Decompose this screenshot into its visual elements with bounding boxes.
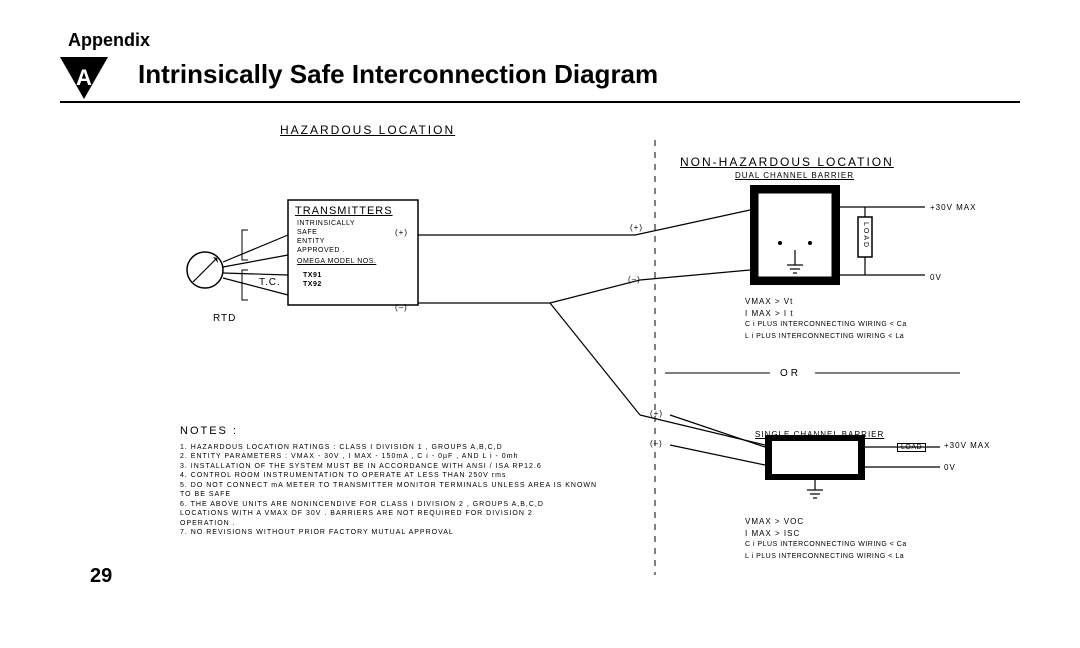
page-header: Appendix A Intrinsically Safe Interconne… xyxy=(0,0,1080,111)
page-number: 29 xyxy=(90,565,112,588)
title-row: A Intrinsically Safe Interconnection Dia… xyxy=(60,53,1020,103)
appendix-label: Appendix xyxy=(68,30,1020,51)
main-title: Intrinsically Safe Interconnection Diagr… xyxy=(138,59,658,90)
interconnection-diagram: HAZARDOUS LOCATION NON-HAZARDOUS LOCATIO… xyxy=(0,115,1080,635)
schematic-svg xyxy=(0,115,1080,635)
appendix-badge: A xyxy=(60,57,108,99)
